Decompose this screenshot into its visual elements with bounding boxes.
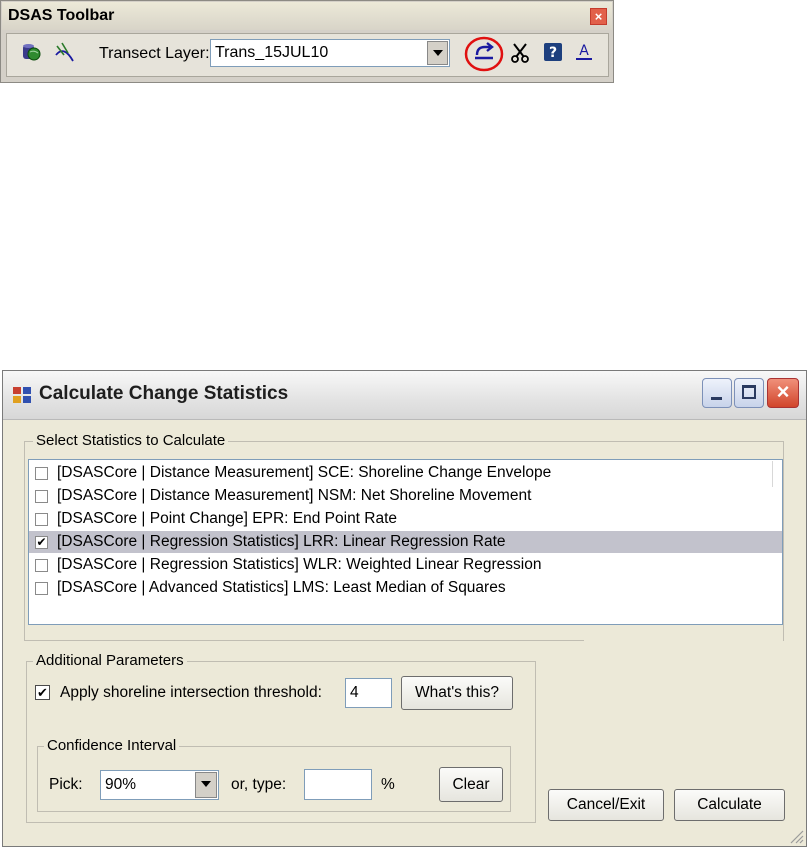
select-statistics-label: Select Statistics to Calculate: [33, 432, 229, 449]
threshold-label: Apply shoreline intersection threshold:: [60, 684, 322, 701]
stat-label: [DSASCore | Regression Statistics] WLR: …: [57, 556, 542, 573]
toolbar-title: DSAS Toolbar: [8, 7, 115, 24]
text-style-icon[interactable]: A: [573, 41, 595, 63]
list-item[interactable]: [DSASCore | Distance Measurement] NSM: N…: [29, 485, 782, 507]
transect-layer-value: Trans_15JUL10: [215, 44, 329, 61]
list-item[interactable]: [DSASCore | Distance Measurement] SCE: S…: [29, 462, 782, 484]
list-item[interactable]: [DSASCore | Advanced Statistics] LMS: Le…: [29, 577, 782, 599]
toolbar-titlebar: DSAS Toolbar ×: [2, 2, 612, 30]
stat-checkbox[interactable]: [35, 490, 48, 503]
clear-button[interactable]: Clear: [439, 767, 503, 802]
threshold-value: 4: [350, 684, 359, 701]
stat-label: [DSASCore | Distance Measurement] SCE: S…: [57, 464, 552, 481]
confidence-interval-label: Confidence Interval: [44, 737, 180, 754]
transect-layer-label: Transect Layer:: [99, 45, 210, 62]
svg-text:?: ?: [549, 45, 557, 61]
minimize-icon[interactable]: [702, 378, 732, 408]
stat-checkbox[interactable]: [35, 559, 48, 572]
stat-label: [DSASCore | Point Change] EPR: End Point…: [57, 510, 398, 527]
list-item[interactable]: [DSASCore | Regression Statistics] WLR: …: [29, 554, 782, 576]
app-window-icon: [13, 387, 31, 403]
confidence-value: 90%: [105, 776, 137, 793]
calculate-button[interactable]: Calculate: [674, 789, 785, 821]
chevron-down-icon[interactable]: [427, 41, 448, 65]
list-item[interactable]: [DSASCore | Point Change] EPR: End Point…: [29, 508, 782, 530]
additional-parameters-label: Additional Parameters: [33, 652, 187, 669]
threshold-checkbox[interactable]: ✔: [35, 685, 50, 700]
dialog-title: Calculate Change Statistics: [39, 383, 289, 404]
stat-checkbox[interactable]: [35, 513, 48, 526]
stat-label: [DSASCore | Distance Measurement] NSM: N…: [57, 487, 532, 504]
dialog-titlebar: Calculate Change Statistics ×: [3, 371, 806, 420]
confidence-select[interactable]: 90%: [100, 770, 219, 800]
calculate-rates-icon[interactable]: [463, 35, 505, 73]
percent-label: %: [381, 776, 395, 793]
pick-label: Pick:: [49, 776, 83, 793]
svg-text:A: A: [579, 43, 589, 59]
stat-label: [DSASCore | Regression Statistics] LRR: …: [57, 533, 506, 550]
chevron-down-icon[interactable]: [195, 772, 217, 798]
stat-checkbox[interactable]: [35, 582, 48, 595]
scrollbar[interactable]: [772, 461, 781, 487]
maximize-icon[interactable]: [734, 378, 764, 408]
or-type-label: or, type:: [231, 776, 287, 793]
cast-transects-icon[interactable]: [53, 41, 75, 63]
help-icon[interactable]: ?: [542, 41, 564, 63]
resize-grip-icon[interactable]: [788, 828, 804, 844]
database-globe-icon[interactable]: [20, 41, 42, 63]
transect-layer-select[interactable]: Trans_15JUL10: [210, 39, 450, 67]
close-icon[interactable]: ×: [767, 378, 799, 408]
stat-checkbox-checked[interactable]: ✔: [35, 536, 48, 549]
dsas-toolbar: DSAS Toolbar × Transect Layer: Trans_15J…: [0, 0, 614, 83]
toolbar-body: Transect Layer: Trans_15JUL10 ? A: [6, 33, 609, 77]
list-item-selected[interactable]: ✔ [DSASCore | Regression Statistics] LRR…: [29, 531, 782, 553]
close-icon[interactable]: ×: [590, 8, 607, 25]
confidence-type-input[interactable]: [304, 769, 372, 800]
group-divider: [24, 640, 584, 641]
whats-this-button[interactable]: What's this?: [401, 676, 513, 710]
statistics-list[interactable]: [DSASCore | Distance Measurement] SCE: S…: [28, 459, 783, 625]
clip-scissors-icon[interactable]: [509, 41, 531, 63]
stat-checkbox[interactable]: [35, 467, 48, 480]
threshold-input[interactable]: 4: [345, 678, 392, 708]
cancel-exit-button[interactable]: Cancel/Exit: [548, 789, 664, 821]
stat-label: [DSASCore | Advanced Statistics] LMS: Le…: [57, 579, 506, 596]
